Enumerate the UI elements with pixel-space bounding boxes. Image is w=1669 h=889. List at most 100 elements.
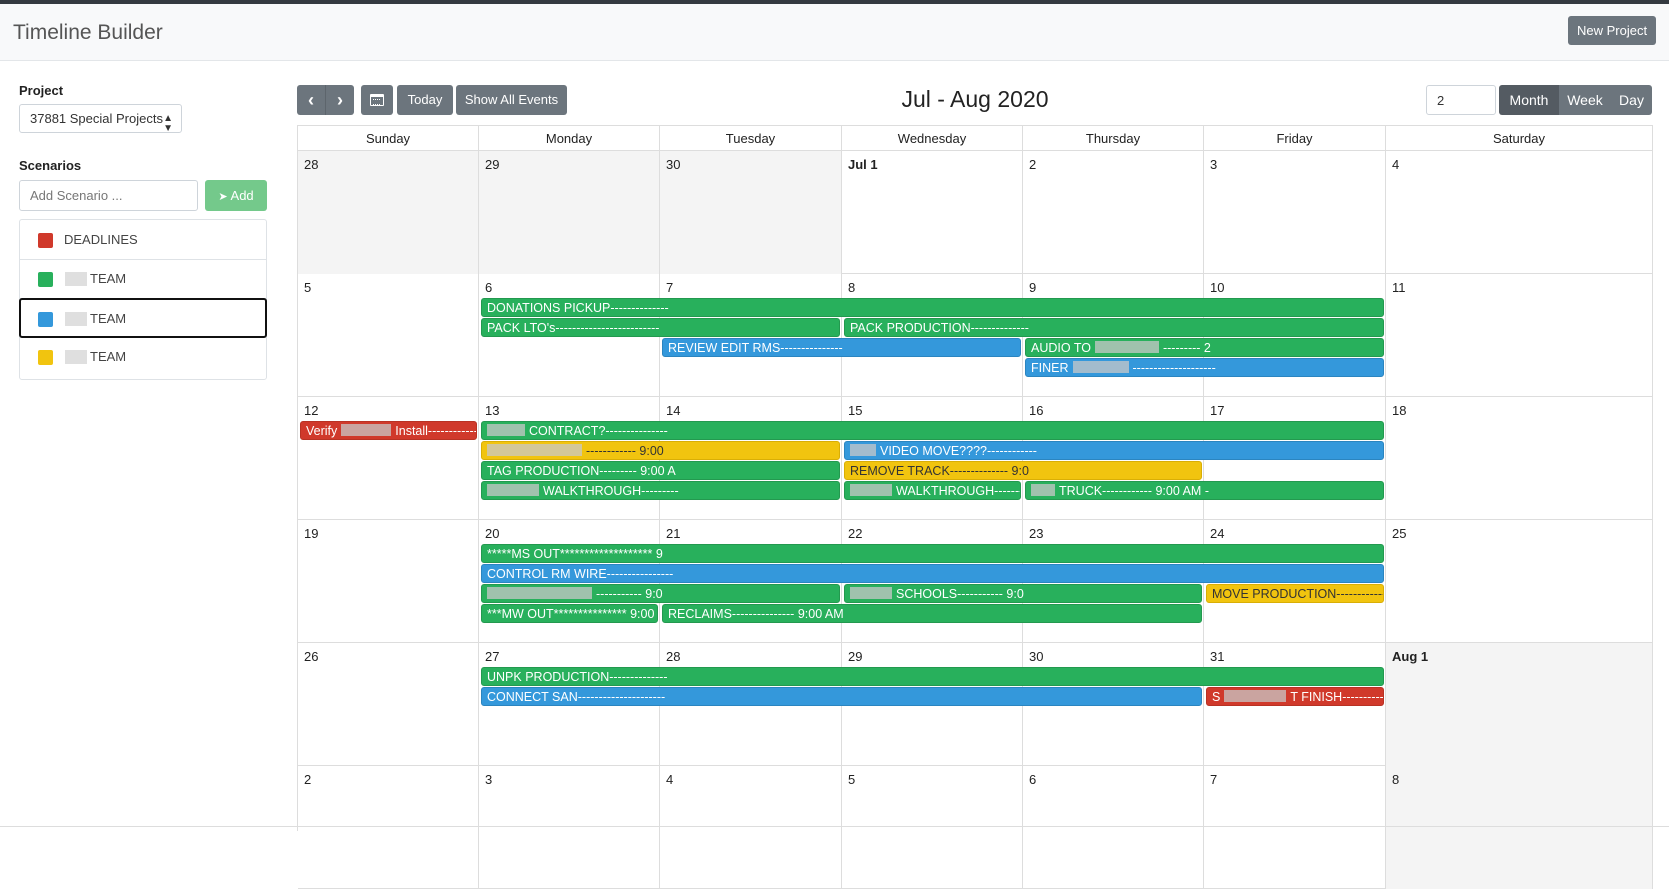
range-count-input[interactable] <box>1426 85 1496 115</box>
calendar-event[interactable]: FINER -------------------- <box>1025 358 1384 377</box>
day-cell[interactable]: 7 <box>1204 766 1386 889</box>
day-number: 3 <box>485 772 493 787</box>
day-cell[interactable]: 4 <box>660 766 842 889</box>
day-cell[interactable]: Jul 1 <box>842 151 1023 274</box>
app-title: Timeline Builder <box>13 21 163 44</box>
today-button[interactable]: Today <box>397 85 453 115</box>
month-calendar: Sunday Monday Tuesday Wednesday Thursday Frid… <box>297 125 1653 889</box>
day-cell[interactable]: 18 <box>1386 397 1653 520</box>
calendar-event[interactable]: CONTROL RM WIRE---------------- <box>481 564 1384 583</box>
weekday-header: Thursday <box>1023 125 1204 151</box>
calendar-event[interactable]: CONNECT SAN--------------------- <box>481 687 1202 706</box>
redacted-block <box>850 484 892 496</box>
calendar-event[interactable]: ----------- 9:0 <box>481 584 840 603</box>
day-cell[interactable]: 28 <box>298 151 479 274</box>
event-title-rest: T FINISH------------- <box>1290 690 1384 704</box>
calendar-event[interactable]: WALKTHROUGH-------- <box>844 481 1021 500</box>
calendar-event[interactable]: ***MW OUT*************** 9:00 A <box>481 604 658 623</box>
calendar-event[interactable]: Verify Install------------ <box>300 421 477 440</box>
calendar-event[interactable]: PACK LTO's------------------------- <box>481 318 840 337</box>
day-number: 2 <box>1029 157 1037 172</box>
new-project-button[interactable]: New Project <box>1568 16 1657 45</box>
day-number: Aug 1 <box>1392 649 1429 664</box>
calendar-event[interactable]: REMOVE TRACK-------------- 9:0 <box>844 461 1202 480</box>
day-number: 4 <box>666 772 674 787</box>
day-number: 3 <box>1210 157 1218 172</box>
calendar-event[interactable]: S T FINISH------------- <box>1206 687 1384 706</box>
event-title: Verify <box>306 424 338 438</box>
scenario-item[interactable]: TEAM <box>20 259 266 299</box>
day-number: 28 <box>304 157 319 172</box>
scenario-item[interactable]: TEAM <box>20 337 266 377</box>
calendar-event[interactable]: DONATIONS PICKUP-------------- <box>481 298 1384 317</box>
calendar-event[interactable]: *****MS OUT******************* 9 <box>481 544 1384 563</box>
calendar-event[interactable]: UNPK PRODUCTION-------------- <box>481 667 1384 686</box>
day-cell[interactable]: 26 <box>298 643 479 766</box>
calendar-event[interactable]: RECLAIMS--------------- 9:00 AM <box>662 604 1202 623</box>
calendar-event[interactable]: WALKTHROUGH--------- <box>481 481 840 500</box>
event-title: ***MW OUT*************** 9:00 A <box>487 607 658 621</box>
day-number: 21 <box>666 526 681 541</box>
day-cell[interactable]: 2 <box>1023 151 1204 274</box>
day-cell[interactable]: 8 <box>1386 766 1653 889</box>
day-number: 2 <box>304 772 312 787</box>
chevron-left-icon: ‹ <box>308 90 314 110</box>
add-scenario-button[interactable]: ➤ Add <box>205 180 267 211</box>
day-cell[interactable]: 29 <box>479 151 660 274</box>
day-number: 23 <box>1029 526 1044 541</box>
calendar-event[interactable]: REVIEW EDIT RMS--------------- <box>662 338 1021 357</box>
calendar-event[interactable]: CONTRACT?--------------- <box>481 421 1384 440</box>
add-scenario-input[interactable] <box>19 180 198 211</box>
calendar-event[interactable]: ------------ 9:00 <box>481 441 840 460</box>
paper-plane-icon: ➤ <box>218 191 228 203</box>
weekday-header: Monday <box>479 125 660 151</box>
day-number: 17 <box>1210 403 1225 418</box>
scenario-item[interactable]: DEADLINES <box>20 220 266 260</box>
event-title: S <box>1212 690 1221 704</box>
scenario-item[interactable]: TEAM <box>19 298 267 338</box>
prev-button[interactable]: ‹ <box>297 85 325 115</box>
event-title-rest: --------- 2 <box>1162 341 1211 355</box>
day-cell[interactable]: 2 <box>298 766 479 889</box>
next-button[interactable]: › <box>325 85 354 115</box>
view-day-button[interactable]: Day <box>1611 85 1652 115</box>
day-cell[interactable]: 19 <box>298 520 479 643</box>
redacted-block <box>1072 361 1129 373</box>
day-cell[interactable]: 11 <box>1386 274 1653 397</box>
event-title-rest: ----------- 9:0 <box>596 587 663 601</box>
scenario-name: TEAM <box>90 271 127 286</box>
day-cell[interactable]: 25 <box>1386 520 1653 643</box>
calendar-event[interactable]: TAG PRODUCTION--------- 9:00 A <box>481 461 840 480</box>
day-cell[interactable]: 3 <box>1204 151 1386 274</box>
calendar-event[interactable]: VIDEO MOVE????------------ <box>844 441 1384 460</box>
day-cell[interactable]: 3 <box>479 766 660 889</box>
day-cell[interactable]: 30 <box>660 151 842 274</box>
calendar-event[interactable]: PACK PRODUCTION-------------- <box>844 318 1384 337</box>
calendar-event[interactable]: TRUCK------------ 9:00 AM - <box>1025 481 1384 500</box>
redacted-block <box>487 424 525 436</box>
calendar-event[interactable]: MOVE PRODUCTION-------------- <box>1206 584 1384 603</box>
event-title: UNPK PRODUCTION-------------- <box>487 670 668 684</box>
day-cell[interactable]: Aug 1 <box>1386 643 1653 766</box>
day-number: 7 <box>666 280 674 295</box>
show-all-events-button[interactable]: Show All Events <box>456 85 567 115</box>
day-number: 26 <box>304 649 319 664</box>
day-cell[interactable]: 6 <box>1023 766 1204 889</box>
day-number: 8 <box>848 280 856 295</box>
day-number: 4 <box>1392 157 1400 172</box>
day-cell[interactable]: 12 <box>298 397 479 520</box>
calendar-picker-button[interactable] <box>361 85 393 115</box>
day-cell[interactable]: 4 <box>1386 151 1653 274</box>
day-cell[interactable]: 5 <box>842 766 1023 889</box>
calendar-event[interactable]: SCHOOLS----------- 9:0 <box>844 584 1202 603</box>
day-number: 30 <box>1029 649 1044 664</box>
event-title-rest: CONTRACT?--------------- <box>529 424 668 438</box>
project-select[interactable]: 37881 Special Projects ▲ ▼ <box>19 104 182 134</box>
calendar-event[interactable]: AUDIO TO --------- 2 <box>1025 338 1384 357</box>
day-cell[interactable]: 5 <box>298 274 479 397</box>
scenario-color-swatch <box>38 312 53 327</box>
view-month-button[interactable]: Month <box>1499 85 1559 115</box>
day-number: 18 <box>1392 403 1407 418</box>
scenario-name: TEAM <box>90 311 127 326</box>
view-week-button[interactable]: Week <box>1559 85 1611 115</box>
